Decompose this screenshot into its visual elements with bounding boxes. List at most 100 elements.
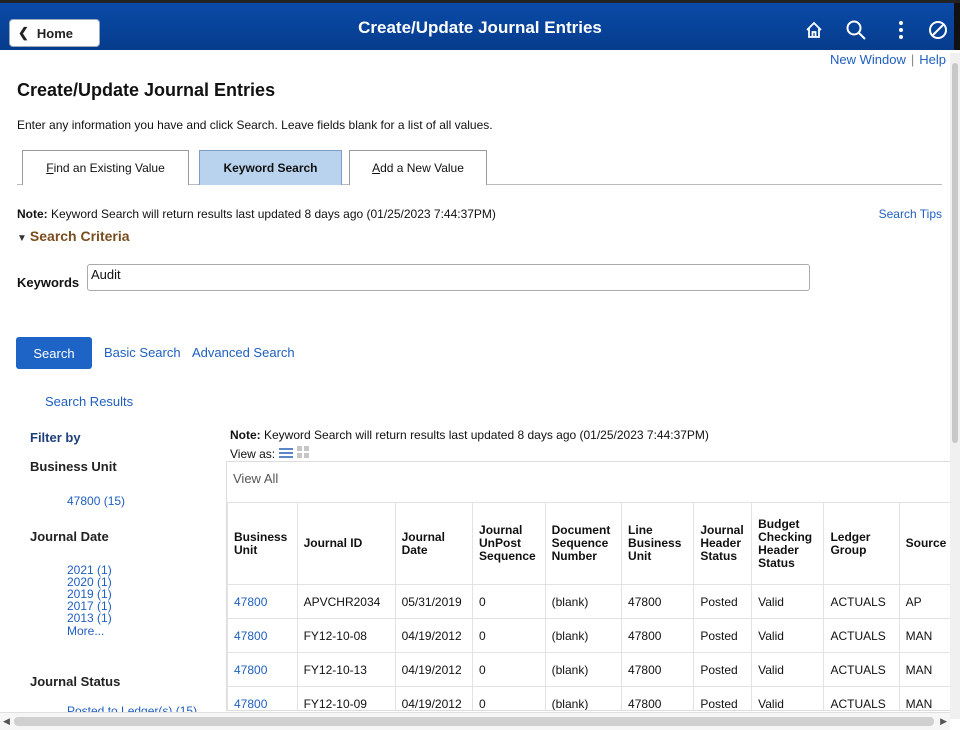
page-title: Create/Update Journal Entries (17, 80, 276, 100)
filter-journal-date-label: Journal Date (30, 529, 109, 544)
search-button[interactable]: Search (16, 337, 92, 369)
keywords-label: Keywords (17, 275, 80, 290)
tab-keyword-search[interactable]: Keyword Search (199, 150, 342, 185)
business-unit-link[interactable]: 47800 (227, 652, 298, 687)
tab-add-new-value[interactable]: Add a New Value (349, 150, 487, 185)
search-criteria-label: Search Criteria (29, 228, 130, 244)
table-cell: (blank) (544, 652, 623, 687)
table-row[interactable]: 47800 FY12-10-09 04/19/2012 0 (blank) 47800 Po… (227, 686, 959, 710)
tab-accelerator: F (46, 161, 54, 175)
table-cell: 47800 (621, 652, 695, 687)
table-cell: 04/19/2012 (394, 652, 474, 687)
navbar-icon[interactable] (920, 13, 956, 47)
new-window-link[interactable]: New Window (830, 52, 906, 67)
table-cell: FY12-10-08 (296, 618, 396, 653)
keyword-note: Note: Keyword Search will return results… (17, 207, 496, 221)
business-unit-link[interactable]: 47800 (227, 618, 298, 653)
filter-by-heading: Filter by (30, 430, 81, 445)
table-row[interactable]: 47800 APVCHR2034 05/31/2019 0 (blank) 47800 Po… (227, 584, 959, 619)
view-as-label: View as: (230, 446, 276, 461)
note-text: Keyword Search will return results last … (47, 207, 496, 221)
table-cell: ACTUALS (823, 584, 900, 619)
table-cell: Posted (693, 686, 753, 710)
actions-menu-icon[interactable] (883, 13, 919, 47)
keywords-input[interactable] (87, 264, 810, 291)
table-cell: 47800 (621, 618, 695, 653)
tab-label: Keyword Search (223, 161, 318, 175)
note-prefix: Note: (230, 428, 261, 442)
scroll-left-icon[interactable]: ◀ (3, 716, 10, 727)
search-tips-link[interactable]: Search Tips (879, 207, 942, 221)
table-cell: 04/19/2012 (394, 686, 474, 710)
home-icon[interactable] (796, 13, 832, 47)
table-header-row: Business Unit Journal ID Journal Date Jo… (227, 502, 959, 585)
filter-journal-date-value[interactable]: 2013 (1) (67, 612, 112, 624)
view-as: View as: (230, 446, 310, 461)
help-link[interactable]: Help (919, 52, 946, 67)
app-header: ❮ Home Create/Update Journal Entries (0, 0, 960, 50)
tab-accelerator: A (372, 161, 381, 175)
note-prefix: Note: (17, 207, 48, 221)
table-cell: (blank) (544, 686, 623, 710)
column-header[interactable]: Line Business Unit (621, 502, 695, 585)
page-instructions: Enter any information you have and click… (17, 118, 493, 132)
table-cell: ACTUALS (823, 618, 900, 653)
results-note: Note: Keyword Search will return results… (230, 428, 709, 442)
filter-journal-date-more[interactable]: More... (67, 625, 104, 637)
column-header[interactable]: Ledger Group (823, 502, 900, 585)
link-separator: | (910, 52, 915, 67)
table-cell: 0 (472, 618, 546, 653)
table-cell: Posted (693, 584, 753, 619)
filter-journal-status-label: Journal Status (30, 674, 121, 689)
table-cell: Valid (751, 584, 825, 619)
horizontal-scrollbar[interactable]: ◀ ▶ (0, 712, 950, 730)
search-tabs: Find an Existing Value Keyword Search Ad… (17, 150, 942, 185)
table-row[interactable]: 47800 FY12-10-13 04/19/2012 0 (blank) 47800 Po… (227, 652, 959, 687)
grid-view-icon[interactable] (297, 446, 310, 461)
list-view-icon[interactable] (279, 447, 294, 461)
tab-find-existing-value[interactable]: Find an Existing Value (22, 150, 189, 185)
column-header[interactable]: Journal UnPost Sequence (472, 502, 546, 585)
search-criteria-toggle[interactable]: ▼ Search Criteria (17, 228, 130, 244)
scroll-right-icon[interactable]: ▶ (940, 716, 947, 727)
business-unit-link[interactable]: 47800 (227, 584, 298, 619)
filter-business-unit-label: Business Unit (30, 459, 117, 474)
table-cell: 04/19/2012 (394, 618, 474, 653)
basic-search-link[interactable]: Basic Search (104, 345, 181, 360)
table-cell: Valid (751, 618, 825, 653)
triangle-down-icon: ▼ (17, 233, 27, 244)
scrollbar-thumb[interactable] (952, 63, 958, 443)
column-header[interactable]: Journal Header Status (693, 502, 753, 585)
table-cell: FY12-10-09 (296, 686, 396, 710)
table-cell: Posted (693, 618, 753, 653)
results-grid: View All Business Unit Journal ID Journa… (226, 461, 960, 711)
table-cell: 47800 (621, 686, 695, 710)
column-header[interactable]: Journal ID (296, 502, 396, 585)
business-unit-link[interactable]: 47800 (227, 686, 298, 710)
table-cell: 05/31/2019 (394, 584, 474, 619)
tab-label: ind an Existing Value (53, 161, 165, 175)
filter-business-unit-value[interactable]: 47800 (15) (67, 494, 125, 508)
column-header[interactable]: Business Unit (227, 502, 298, 585)
column-header[interactable]: Budget Checking Header Status (751, 502, 825, 585)
scrollbar-thumb[interactable] (14, 717, 934, 726)
table-cell: (blank) (544, 584, 623, 619)
table-cell: 0 (472, 652, 546, 687)
search-icon[interactable] (838, 13, 874, 47)
table-cell: 0 (472, 584, 546, 619)
vertical-scrollbar[interactable] (950, 53, 960, 719)
results-table: Business Unit Journal ID Journal Date Jo… (227, 502, 959, 710)
table-cell: FY12-10-13 (296, 652, 396, 687)
note-text: Keyword Search will return results last … (260, 428, 709, 442)
search-results-link[interactable]: Search Results (45, 394, 133, 409)
table-cell: (blank) (544, 618, 623, 653)
table-cell: Valid (751, 686, 825, 710)
column-header[interactable]: Document Sequence Number (544, 502, 623, 585)
table-row[interactable]: 47800 FY12-10-08 04/19/2012 0 (blank) 47800 Po… (227, 618, 959, 653)
top-links: New Window | Help (830, 52, 946, 67)
table-cell: Posted (693, 652, 753, 687)
table-cell: 47800 (621, 584, 695, 619)
column-header[interactable]: Journal Date (394, 502, 474, 585)
advanced-search-link[interactable]: Advanced Search (192, 345, 295, 360)
view-all-link[interactable]: View All (233, 471, 278, 486)
